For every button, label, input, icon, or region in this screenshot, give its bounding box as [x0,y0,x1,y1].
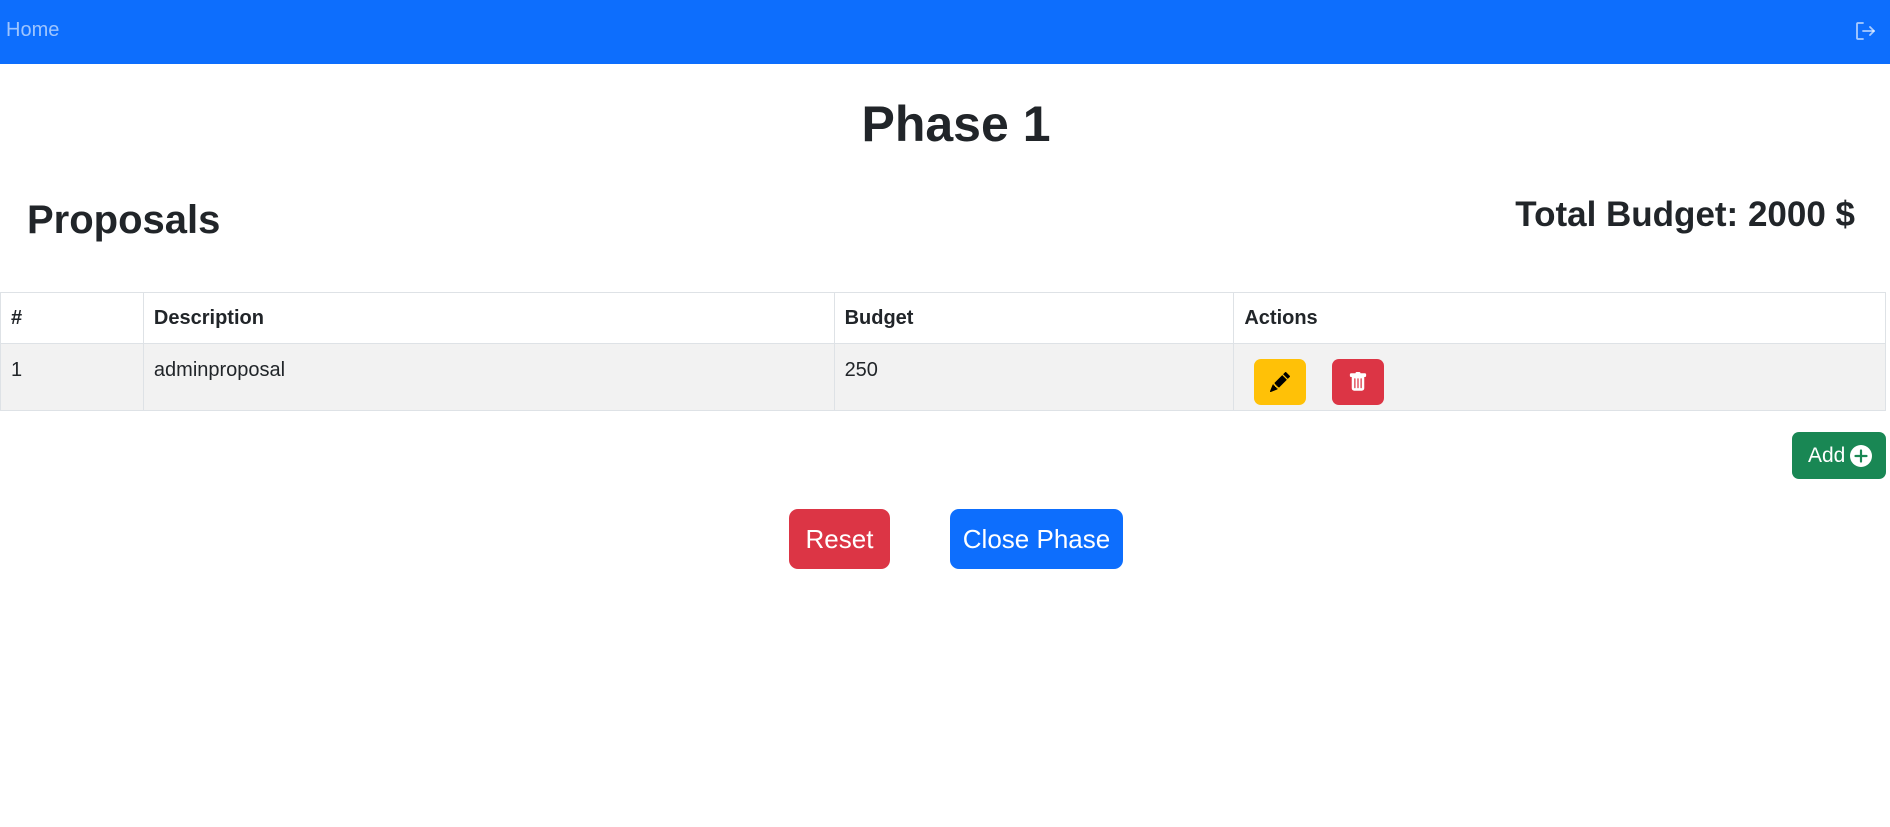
proposals-table: # Description Budget Actions 1 adminprop… [0,292,1886,411]
top-navbar: Home [0,0,1890,64]
cell-number: 1 [0,343,144,411]
total-budget: Total Budget: 2000 $ [1515,195,1855,234]
add-proposal-button[interactable]: Add [1792,432,1886,479]
table-row: 1 adminproposal 250 [0,343,1886,411]
add-label: Add [1808,444,1846,467]
pencil-icon [1270,372,1291,392]
cell-description: adminproposal [142,343,835,411]
logout-icon[interactable] [1853,19,1877,43]
section-title: Proposals [27,198,221,242]
close-phase-button[interactable]: Close Phase [950,509,1123,569]
delete-button[interactable] [1331,359,1384,405]
table-header-row: # Description Budget Actions [0,292,1886,344]
edit-button[interactable] [1254,359,1307,405]
page-title: Phase 1 [861,96,1051,152]
reset-button[interactable]: Reset [789,509,890,569]
plus-circle-icon [1850,445,1872,467]
column-header-description: Description [142,292,835,344]
cell-actions [1233,343,1886,411]
column-header-actions: Actions [1233,292,1886,344]
home-link[interactable]: Home [6,18,59,42]
column-header-number: # [0,292,144,344]
column-header-budget: Budget [833,292,1235,344]
trash-icon [1349,372,1367,391]
cell-budget: 250 [833,343,1235,411]
